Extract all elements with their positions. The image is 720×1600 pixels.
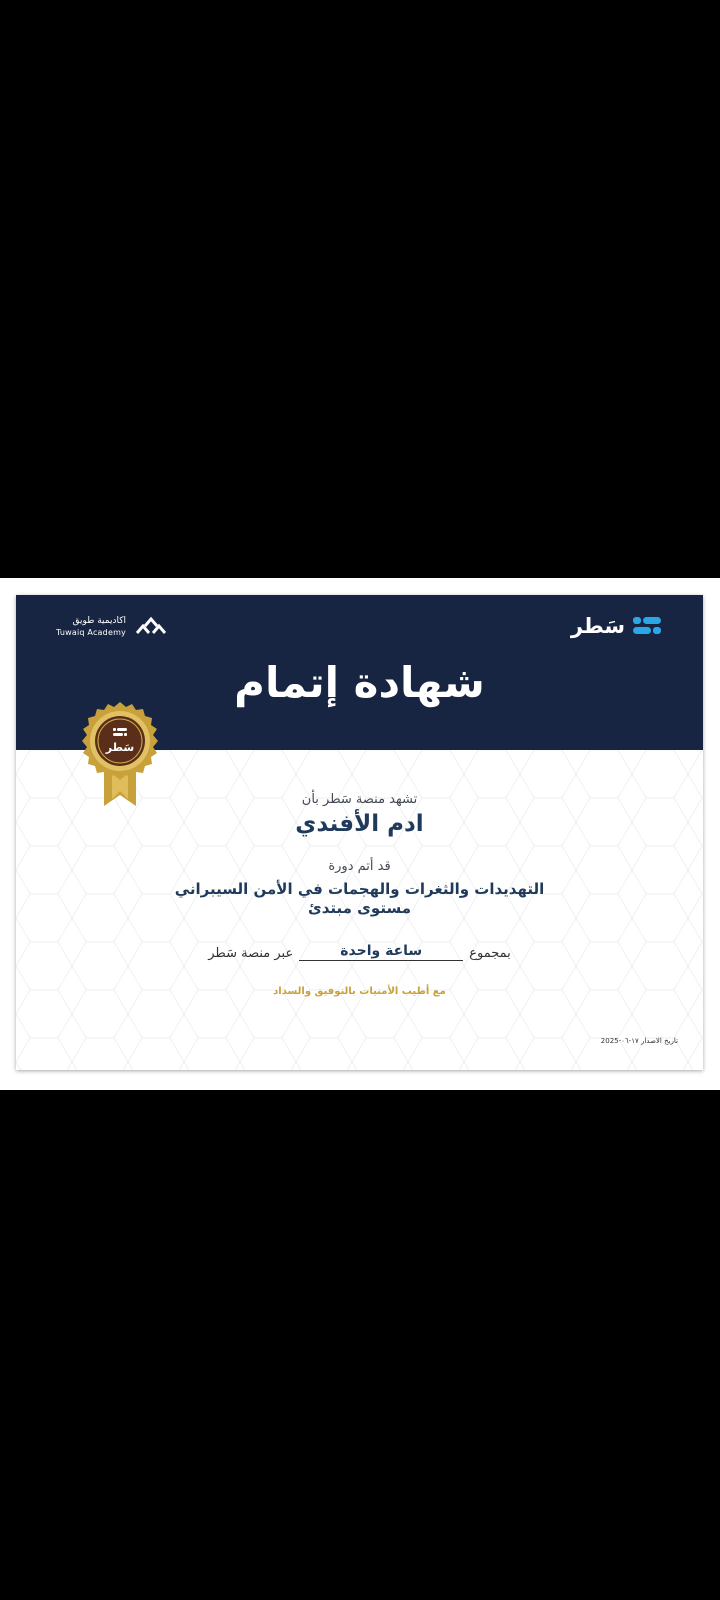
document-viewer[interactable]: سَطر اكاديمية طويق Tuwaiq Academy شهادة …	[0, 578, 720, 1090]
intro-text: تشهد منصة سَطر بأن	[301, 792, 418, 807]
seal-label: سَطر	[105, 741, 134, 754]
certificate: سَطر اكاديمية طويق Tuwaiq Academy شهادة …	[16, 595, 703, 1070]
satr-logo-icon	[633, 617, 661, 634]
partner-name-en: Tuwaiq Academy	[56, 628, 126, 637]
duration-value: ساعة واحدة	[299, 943, 464, 961]
course-level: مستوى مبتدئ	[308, 899, 411, 917]
tuwaiq-brand: اكاديمية طويق Tuwaiq Academy	[56, 616, 166, 638]
duration-suffix: عبر منصة سَطر	[208, 946, 294, 961]
issue-date: تاريخ الاصدار ١٧-٠٦-2025	[600, 1037, 678, 1045]
recipient-name: ادم الأفندي	[295, 811, 424, 837]
completed-label: قد أتم دورة	[328, 859, 391, 874]
brand-name: سَطر	[570, 614, 625, 638]
wishes-text: مع أطيب الأمنيات بالتوفيق والسداد	[273, 986, 446, 997]
course-title: التهديدات والثغرات والهجمات في الأمن الس…	[174, 880, 545, 898]
satr-brand: سَطر	[571, 614, 663, 638]
tuwaiq-logo-icon	[136, 616, 166, 634]
partner-name-ar: اكاديمية طويق	[72, 616, 126, 626]
screen: سَطر اكاديمية طويق Tuwaiq Academy شهادة …	[0, 0, 720, 1600]
duration-row: بمجموع ساعة واحدة عبر منصة سَطر	[16, 943, 703, 961]
duration-prefix: بمجموع	[469, 946, 511, 961]
